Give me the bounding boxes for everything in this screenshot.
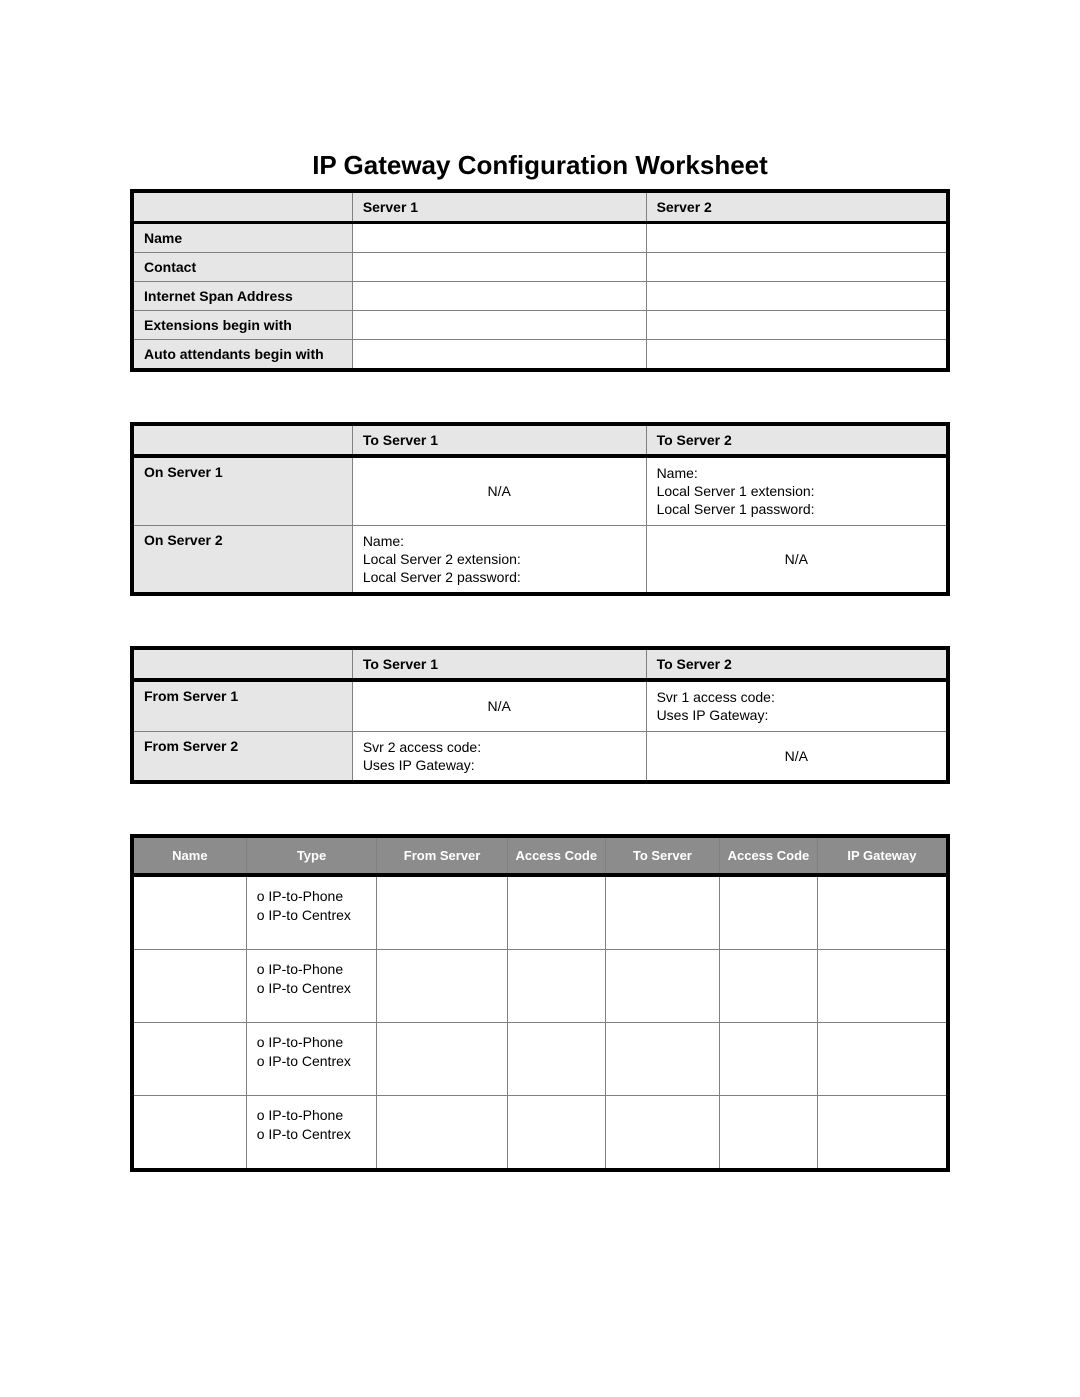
t4-cell-gw[interactable]: [817, 949, 948, 1022]
t4-cell-ac1[interactable]: [507, 1022, 605, 1095]
t1-cell[interactable]: [352, 282, 646, 311]
t1-head-server1: Server 1: [352, 191, 646, 223]
t2-row-label: On Server 1: [132, 456, 352, 525]
t2-cell: N/A: [352, 456, 646, 525]
t1-cell[interactable]: [352, 340, 646, 371]
t4-cell-gw[interactable]: [817, 1022, 948, 1095]
t4-cell-ac2[interactable]: [719, 1095, 817, 1170]
t2-head-to2: To Server 2: [646, 424, 948, 456]
t4-head-access-code-2: Access Code: [719, 836, 817, 875]
t1-row-label: Name: [132, 223, 352, 253]
t2-cell: N/A: [646, 525, 948, 594]
t4-cell-to[interactable]: [605, 875, 719, 950]
t4-cell-ac1[interactable]: [507, 875, 605, 950]
t4-head-ip-gateway: IP Gateway: [817, 836, 948, 875]
t1-row-label: Auto attendants begin with: [132, 340, 352, 371]
t4-head-name: Name: [132, 836, 246, 875]
t4-cell-to[interactable]: [605, 949, 719, 1022]
t3-row-label: From Server 2: [132, 731, 352, 782]
t4-cell-from[interactable]: [377, 1095, 508, 1170]
t4-head-type: Type: [246, 836, 377, 875]
t2-row-label: On Server 2: [132, 525, 352, 594]
t1-cell[interactable]: [646, 340, 948, 371]
t1-head-server2: Server 2: [646, 191, 948, 223]
t2-head-blank: [132, 424, 352, 456]
t4-head-from: From Server: [377, 836, 508, 875]
t1-cell[interactable]: [352, 253, 646, 282]
t4-head-access-code-1: Access Code: [507, 836, 605, 875]
t4-cell-name[interactable]: [132, 1095, 246, 1170]
page-title: IP Gateway Configuration Worksheet: [130, 150, 950, 181]
t4-head-to: To Server: [605, 836, 719, 875]
t1-cell[interactable]: [352, 311, 646, 340]
t4-cell-type[interactable]: o IP-to-Phoneo IP-to Centrex: [246, 1022, 377, 1095]
from-server-table: To Server 1 To Server 2 From Server 1 N/…: [130, 646, 950, 784]
t2-cell[interactable]: Name:Local Server 1 extension:Local Serv…: [646, 456, 948, 525]
t4-cell-to[interactable]: [605, 1022, 719, 1095]
t4-cell-ac1[interactable]: [507, 1095, 605, 1170]
t4-cell-from[interactable]: [377, 875, 508, 950]
t4-cell-type[interactable]: o IP-to-Phoneo IP-to Centrex: [246, 1095, 377, 1170]
t4-cell-name[interactable]: [132, 1022, 246, 1095]
t3-cell[interactable]: Svr 2 access code:Uses IP Gateway:: [352, 731, 646, 782]
t4-cell-ac2[interactable]: [719, 1022, 817, 1095]
t1-cell[interactable]: [646, 282, 948, 311]
t3-cell: N/A: [646, 731, 948, 782]
t4-cell-gw[interactable]: [817, 1095, 948, 1170]
t3-cell[interactable]: Svr 1 access code:Uses IP Gateway:: [646, 680, 948, 731]
t2-head-to1: To Server 1: [352, 424, 646, 456]
t3-head-to1: To Server 1: [352, 648, 646, 680]
t4-cell-ac2[interactable]: [719, 949, 817, 1022]
t3-head-blank: [132, 648, 352, 680]
t1-row-label: Extensions begin with: [132, 311, 352, 340]
t3-cell: N/A: [352, 680, 646, 731]
t4-cell-type[interactable]: o IP-to-Phoneo IP-to Centrex: [246, 875, 377, 950]
t4-cell-from[interactable]: [377, 949, 508, 1022]
t4-cell-name[interactable]: [132, 875, 246, 950]
t4-cell-ac1[interactable]: [507, 949, 605, 1022]
t4-cell-type[interactable]: o IP-to-Phoneo IP-to Centrex: [246, 949, 377, 1022]
t3-row-label: From Server 1: [132, 680, 352, 731]
t1-cell[interactable]: [352, 223, 646, 253]
t3-head-to2: To Server 2: [646, 648, 948, 680]
t4-cell-gw[interactable]: [817, 875, 948, 950]
t2-cell[interactable]: Name:Local Server 2 extension:Local Serv…: [352, 525, 646, 594]
gateway-list-table: Name Type From Server Access Code To Ser…: [130, 834, 950, 1172]
server-info-table: Server 1 Server 2 Name Contact Internet …: [130, 189, 950, 372]
t4-cell-to[interactable]: [605, 1095, 719, 1170]
t4-cell-ac2[interactable]: [719, 875, 817, 950]
t4-cell-from[interactable]: [377, 1022, 508, 1095]
t1-cell[interactable]: [646, 253, 948, 282]
t1-row-label: Contact: [132, 253, 352, 282]
t1-head-blank: [132, 191, 352, 223]
t1-cell[interactable]: [646, 223, 948, 253]
t4-cell-name[interactable]: [132, 949, 246, 1022]
t1-row-label: Internet Span Address: [132, 282, 352, 311]
page: IP Gateway Configuration Worksheet Serve…: [0, 0, 1080, 1172]
on-server-table: To Server 1 To Server 2 On Server 1 N/A …: [130, 422, 950, 596]
t1-cell[interactable]: [646, 311, 948, 340]
